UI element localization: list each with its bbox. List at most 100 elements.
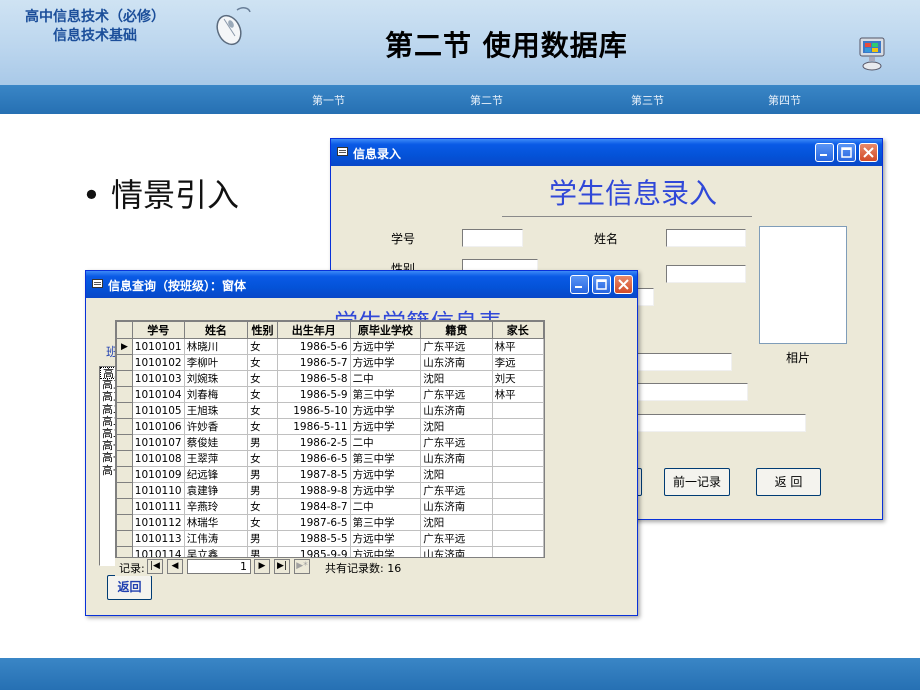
table-cell[interactable]: 1986-5-8 — [276, 370, 351, 387]
row-selector[interactable] — [116, 370, 133, 387]
table-cell[interactable]: 1010110 — [131, 482, 185, 499]
table-row[interactable]: 1010104 刘春梅女 1986-5-9 第三中学 广东平远 林平 — [116, 386, 544, 403]
column-header[interactable]: 姓名 — [183, 321, 249, 339]
row-selector[interactable] — [116, 402, 133, 419]
table-cell[interactable]: 纪远锋 — [183, 466, 249, 483]
query-back-button[interactable]: 返回 — [107, 575, 152, 600]
table-cell[interactable]: 1010101 — [131, 338, 185, 355]
table-cell[interactable]: 刘春梅 — [183, 386, 249, 403]
table-cell[interactable]: 1010114 — [131, 546, 185, 557]
table-cell[interactable]: 沈阳 — [420, 418, 493, 435]
table-cell[interactable]: 方远中学 — [349, 482, 422, 499]
row-selector[interactable] — [116, 530, 133, 547]
record-number-input[interactable]: 1 — [187, 559, 251, 574]
table-cell[interactable]: 女 — [247, 386, 278, 403]
computer-icon[interactable] — [858, 36, 886, 72]
nav-item-section-2[interactable]: 第二节 — [470, 92, 503, 108]
row-selector[interactable] — [116, 466, 133, 483]
table-row[interactable]: 1010105 王旭珠女 1986-5-10 方远中学 山东济南 — [116, 402, 544, 419]
table-cell[interactable]: 1987-6-5 — [276, 514, 351, 531]
minimize-button[interactable] — [570, 275, 589, 294]
column-header[interactable]: 籍贯 — [420, 321, 493, 339]
table-row[interactable]: 1010108 王翠萍女 1986-6-5 第三中学 山东济南 — [116, 450, 544, 467]
row-selector[interactable] — [116, 514, 133, 531]
table-cell[interactable]: 女 — [247, 514, 278, 531]
table-cell[interactable]: 山东济南 — [420, 402, 493, 419]
table-cell[interactable]: 1987-8-5 — [276, 466, 351, 483]
field-4-1[interactable] — [624, 353, 732, 371]
table-cell[interactable]: 男 — [247, 530, 278, 547]
table-cell[interactable]: 广东平远 — [420, 338, 493, 355]
table-cell[interactable]: 女 — [247, 338, 278, 355]
photo-frame[interactable] — [759, 226, 847, 344]
field-5-1[interactable] — [624, 383, 748, 401]
table-row[interactable]: 1010103 刘婉珠女 1986-5-8 二中 沈阳 刘天 — [116, 370, 544, 387]
table-row[interactable]: 1010110 袁建铮男 1988-9-8 方远中学 广东平远 — [116, 482, 544, 499]
next-record-icon[interactable]: ▶ — [254, 559, 270, 574]
table-cell[interactable]: 1010103 — [131, 370, 185, 387]
column-header[interactable]: 性别 — [247, 321, 278, 339]
table-cell[interactable]: 1984-8-7 — [276, 498, 351, 515]
table-cell[interactable]: 1986-5-10 — [276, 402, 351, 419]
table-row[interactable]: 1010111 辛燕玲女 1984-8-7 二中 山东济南 — [116, 498, 544, 515]
table-cell[interactable] — [491, 450, 544, 467]
table-cell[interactable]: 山东济南 — [420, 450, 493, 467]
table-cell[interactable]: 林瑞华 — [183, 514, 249, 531]
row-selector[interactable] — [116, 386, 133, 403]
table-cell[interactable]: 男 — [247, 434, 278, 451]
table-cell[interactable]: 山东济南 — [420, 546, 493, 557]
table-cell[interactable]: 沈阳 — [420, 514, 493, 531]
table-cell[interactable]: 1985-9-9 — [276, 546, 351, 557]
table-row[interactable]: 1010113 江伟涛男 1988-5-5 方远中学 广东平远 — [116, 530, 544, 547]
field-6-1[interactable] — [624, 414, 806, 432]
table-cell[interactable]: 王翠萍 — [183, 450, 249, 467]
last-record-icon[interactable]: ▶| — [274, 559, 290, 574]
table-cell[interactable]: 林平 — [491, 386, 544, 403]
table-cell[interactable]: 1986-5-9 — [276, 386, 351, 403]
column-header[interactable]: 出生年月 — [276, 321, 351, 339]
table-cell[interactable]: 第三中学 — [349, 514, 422, 531]
table-cell[interactable]: 男 — [247, 546, 278, 557]
row-selector[interactable] — [116, 482, 133, 499]
table-row[interactable]: 1010109 纪远锋男 1987-8-5 方远中学 沈阳 — [116, 466, 544, 483]
column-header[interactable]: 学号 — [131, 321, 185, 339]
table-cell[interactable]: 1010109 — [131, 466, 185, 483]
table-cell[interactable] — [491, 466, 544, 483]
table-row[interactable]: 1010107 蔡俊娃男 1986-2-5 二中 广东平远 — [116, 434, 544, 451]
table-cell[interactable]: 方远中学 — [349, 402, 422, 419]
table-cell[interactable]: 林晓川 — [183, 338, 249, 355]
table-cell[interactable]: 江伟涛 — [183, 530, 249, 547]
table-cell[interactable]: 方远中学 — [349, 530, 422, 547]
table-cell[interactable]: 二中 — [349, 434, 422, 451]
table-cell[interactable]: 男 — [247, 466, 278, 483]
table-cell[interactable]: 刘婉珠 — [183, 370, 249, 387]
table-cell[interactable]: 1010106 — [131, 418, 185, 435]
table-cell[interactable]: 1010102 — [131, 354, 185, 371]
table-row[interactable]: 1010106 许妙香女 1986-5-11 方远中学 沈阳 — [116, 418, 544, 435]
nav-item-section-1[interactable]: 第一节 — [312, 92, 345, 108]
table-cell[interactable]: 1010113 — [131, 530, 185, 547]
prev-record-icon[interactable]: ◀ — [167, 559, 183, 574]
table-cell[interactable]: 1986-5-11 — [276, 418, 351, 435]
table-cell[interactable]: 李柳叶 — [183, 354, 249, 371]
table-cell[interactable]: 二中 — [349, 370, 422, 387]
student-data-grid[interactable]: 学号 姓名 性别 出生年月 原毕业学校 籍贯 家长 ▶ 1010101 林晓川女 1986-5-6… — [115, 320, 545, 558]
table-cell[interactable]: 第三中学 — [349, 450, 422, 467]
table-cell[interactable] — [491, 482, 544, 499]
table-cell[interactable]: 女 — [247, 354, 278, 371]
name-field[interactable] — [666, 229, 746, 247]
table-cell[interactable]: 方远中学 — [349, 354, 422, 371]
table-cell[interactable]: 王旭珠 — [183, 402, 249, 419]
table-cell[interactable]: 1010105 — [131, 402, 185, 419]
maximize-button[interactable] — [837, 143, 856, 162]
table-row[interactable]: 1010112 林瑞华女 1987-6-5 第三中学 沈阳 — [116, 514, 544, 531]
table-cell[interactable]: 方远中学 — [349, 546, 422, 557]
table-cell[interactable] — [491, 546, 544, 557]
table-cell[interactable]: 1010104 — [131, 386, 185, 403]
student-id-field[interactable] — [462, 229, 523, 247]
table-cell[interactable] — [491, 402, 544, 419]
table-row[interactable]: 1010102 李柳叶女 1986-5-7 方远中学 山东济南 李远 — [116, 354, 544, 371]
maximize-button[interactable] — [592, 275, 611, 294]
table-cell[interactable]: 沈阳 — [420, 370, 493, 387]
table-cell[interactable]: 广东平远 — [420, 530, 493, 547]
